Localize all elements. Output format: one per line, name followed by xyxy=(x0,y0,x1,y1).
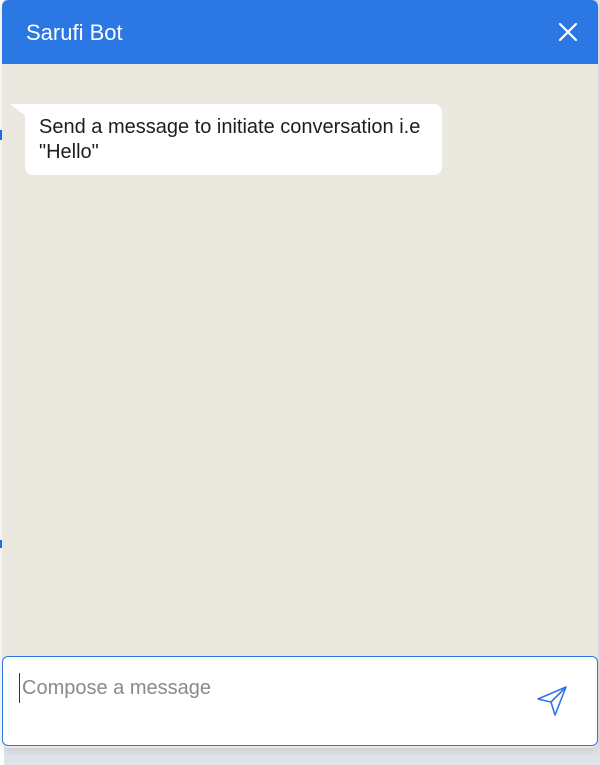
compose-message-input[interactable] xyxy=(19,673,522,703)
bot-message-bubble: Send a message to initiate conversation … xyxy=(25,104,442,175)
message-composer xyxy=(2,656,598,746)
chat-title: Sarufi Bot xyxy=(26,20,123,45)
bubble-tail xyxy=(10,104,26,116)
close-icon xyxy=(558,22,578,42)
bot-message-text: Send a message to initiate conversation … xyxy=(39,116,421,163)
chat-header: Sarufi Bot xyxy=(2,0,598,64)
message-list: Send a message to initiate conversation … xyxy=(2,64,598,654)
send-icon xyxy=(537,686,567,716)
chat-window: Sarufi Bot Send a message to initiate co… xyxy=(2,0,598,748)
close-button[interactable] xyxy=(556,20,580,44)
send-button[interactable] xyxy=(535,684,569,718)
